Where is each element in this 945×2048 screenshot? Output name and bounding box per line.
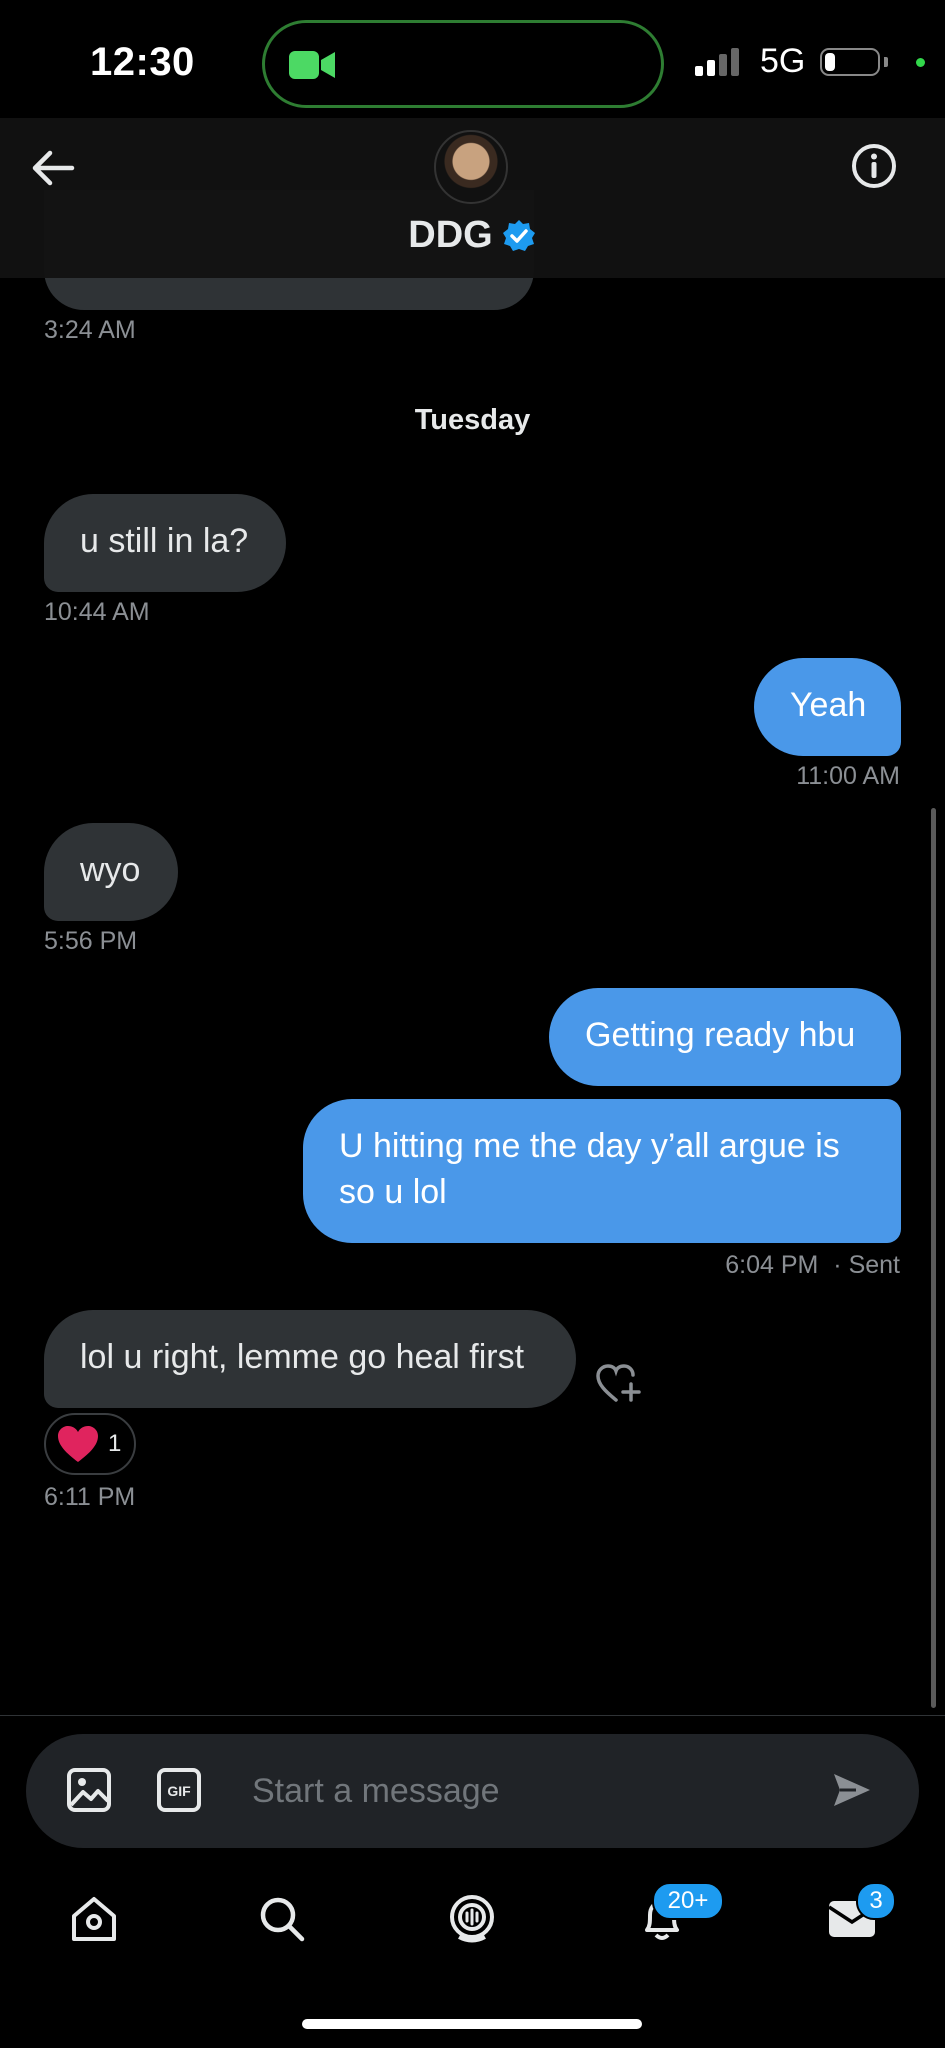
message-timestamp: 6:04 PM (725, 1251, 819, 1279)
reaction-count: 1 (108, 1430, 122, 1457)
message-bubble-outgoing[interactable]: Yeah (754, 658, 901, 756)
status-time: 12:30 (90, 40, 195, 84)
message-text: wyo (80, 851, 141, 889)
image-icon[interactable] (66, 1767, 112, 1813)
message-timestamp: 5:56 PM (44, 927, 138, 955)
messages-badge: 3 (856, 1882, 896, 1920)
battery-icon (820, 48, 880, 76)
network-type: 5G (760, 42, 806, 80)
message-text: Yeah (790, 686, 867, 724)
message-bubble-outgoing[interactable]: U hitting me the day y’all argue is so u… (303, 1099, 901, 1243)
message-reaction[interactable]: 1 (44, 1413, 136, 1475)
dynamic-island[interactable] (262, 20, 664, 108)
home-indicator (302, 2019, 642, 2029)
scrollbar[interactable] (931, 808, 936, 1708)
verified-badge-icon (502, 219, 535, 251)
privacy-dot-icon (916, 58, 925, 67)
message-timestamp: 6:11 PM (44, 1483, 136, 1511)
day-separator: Tuesday (414, 404, 531, 436)
spaces-icon[interactable] (447, 1892, 497, 1946)
battery-tip (884, 57, 888, 67)
contact-name: DDG (408, 214, 493, 256)
back-arrow-icon[interactable] (30, 148, 76, 188)
message-text: U hitting me the day y’all argue is so u… (339, 1127, 840, 1211)
composer-divider (0, 1715, 945, 1716)
search-icon[interactable] (257, 1894, 307, 1944)
gif-icon[interactable]: GIF (156, 1767, 202, 1813)
signal-icon (695, 48, 739, 76)
heart-icon (58, 1426, 98, 1462)
message-bubble-incoming[interactable]: u still in la? (44, 494, 286, 592)
message-input[interactable]: Start a message (252, 1772, 500, 1811)
contact-name-row[interactable]: DDG (0, 214, 945, 257)
message-bubble-incoming[interactable]: wyo (44, 823, 178, 921)
message-text: Getting ready hbu (585, 1016, 856, 1054)
add-reaction-icon[interactable] (595, 1362, 645, 1404)
message-timestamp: 11:00 AM (796, 762, 900, 790)
message-bubble-incoming[interactable]: lol u right, lemme go heal first (44, 1310, 576, 1408)
home-icon[interactable] (69, 1894, 119, 1944)
avatar[interactable] (434, 130, 508, 204)
message-timestamp: 3:24 AM (44, 316, 136, 344)
video-camera-icon (289, 51, 335, 79)
svg-text:GIF: GIF (167, 1783, 191, 1799)
info-icon[interactable] (850, 142, 898, 190)
send-icon[interactable] (830, 1768, 874, 1812)
message-timestamp: 10:44 AM (44, 598, 150, 626)
message-bubble-outgoing[interactable]: Getting ready hbu (549, 988, 901, 1086)
notifications-badge: 20+ (652, 1882, 724, 1920)
message-meta: 6:04 PM · Sent (725, 1251, 900, 1280)
message-text: lol u right, lemme go heal first (80, 1338, 525, 1376)
message-status: · Sent (833, 1251, 900, 1279)
message-text: u still in la? (80, 522, 249, 560)
